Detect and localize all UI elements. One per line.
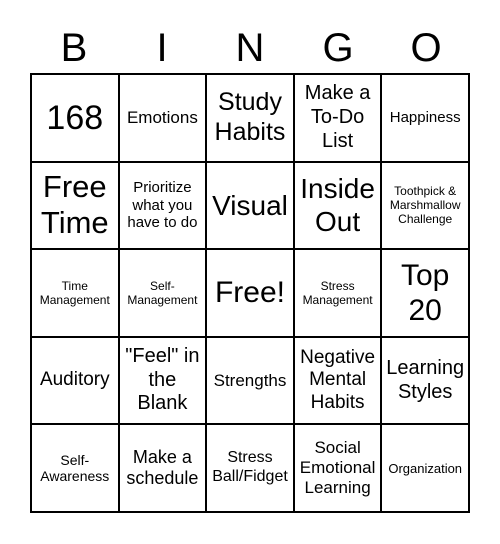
header-letter-n: N [235,26,265,70]
bingo-cell[interactable]: Auditory [31,336,119,425]
bingo-cell[interactable]: Self-Awareness [31,424,119,512]
bingo-cell[interactable]: Organization [381,424,469,512]
header-letter-b: B [60,26,88,70]
bingo-cell[interactable]: Top 20 [381,249,469,337]
bingo-cell[interactable]: Stress Management [293,249,382,337]
header-letter-i: I [156,26,168,70]
bingo-cell[interactable]: Strengths [206,336,294,425]
bingo-cell[interactable]: Happiness [381,74,469,162]
bingo-cell[interactable]: Inside Out [293,161,382,250]
bingo-cell[interactable]: Negative Mental Habits [293,336,382,425]
bingo-cell[interactable]: Prioritize what you have to do [118,161,207,250]
bingo-cell[interactable]: Self-Management [118,249,207,337]
bingo-cell-free[interactable]: Free! [206,249,294,337]
bingo-cell[interactable]: Learning Styles [381,336,469,425]
bingo-cell[interactable]: "Feel" in the Blank [118,336,207,425]
bingo-cell[interactable]: Free Time [31,161,119,250]
bingo-cell[interactable]: Make a schedule [118,424,207,512]
bingo-cell[interactable]: Make a To-Do List [293,74,382,162]
bingo-header: B I N G O [30,26,470,70]
bingo-cell[interactable]: Social Emotional Learning [293,424,382,512]
bingo-cell[interactable]: Visual [206,161,294,250]
bingo-cell[interactable]: Toothpick & Marshmallow Challenge [381,161,469,250]
bingo-cell[interactable]: Emotions [118,74,207,162]
header-letter-o: O [410,26,442,70]
bingo-cell[interactable]: Study Habits [206,74,294,162]
bingo-cell[interactable]: Stress Ball/Fidget [206,424,294,512]
header-letter-g: G [322,26,354,70]
bingo-cell[interactable]: 168 [31,74,119,162]
bingo-grid: 168 Emotions Study Habits Make a To-Do L… [30,73,470,513]
bingo-cell[interactable]: Time Management [31,249,119,337]
